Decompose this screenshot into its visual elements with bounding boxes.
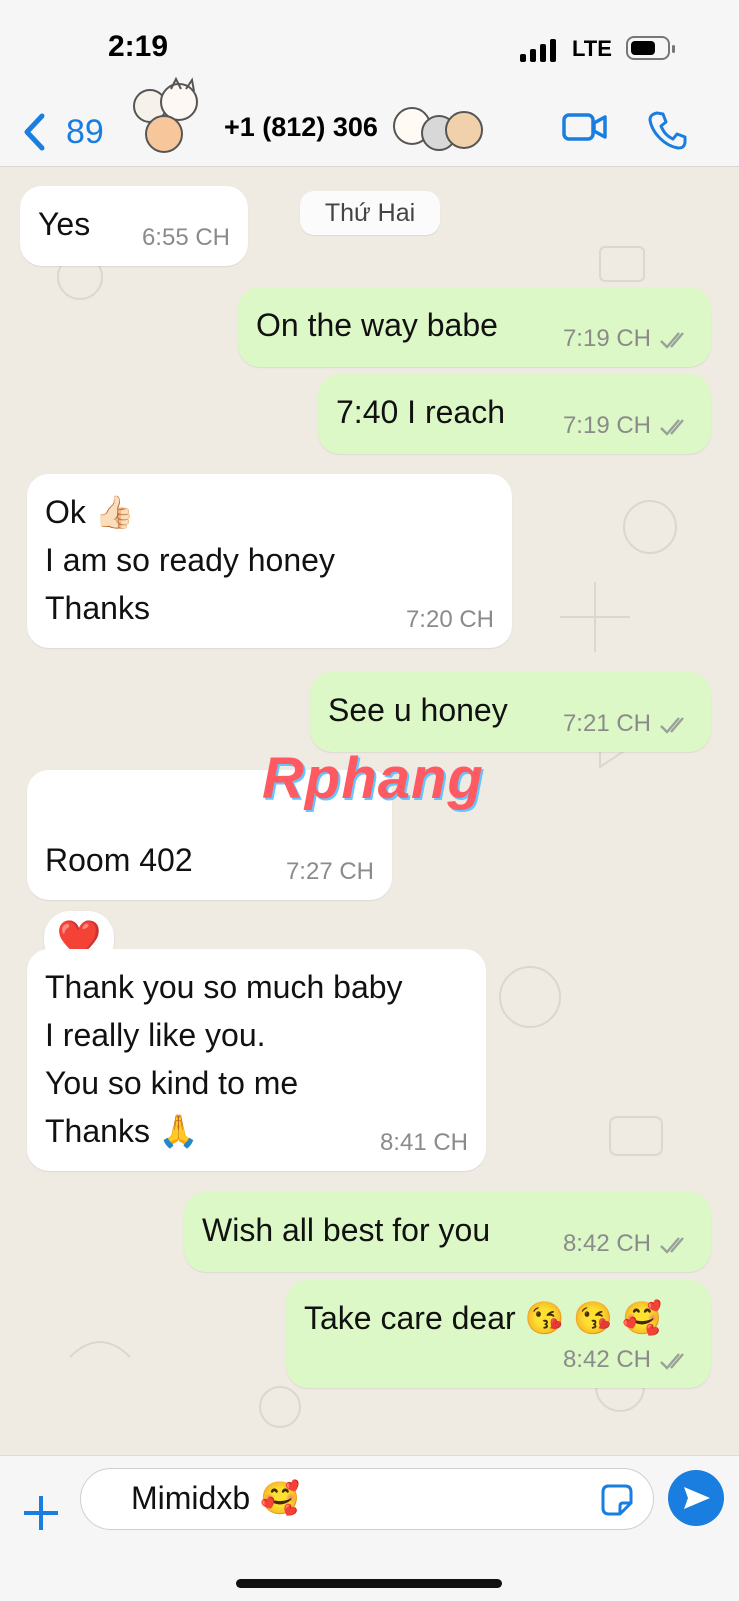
message-text: Ok 👍🏻	[45, 494, 135, 530]
input-emoji: 🥰	[260, 1480, 300, 1516]
input-value: Mimidxb	[131, 1480, 251, 1516]
message-text: Take care dear 😘 😘 🥰	[304, 1300, 662, 1336]
message-time: 7:20 CH	[405, 606, 494, 633]
status-bar: 2:19 LTE	[0, 0, 739, 100]
message-bubble[interactable]: On the way babe 7:19 CH	[238, 287, 711, 367]
message-bubble[interactable]: See u honey 7:21 CH	[310, 672, 711, 752]
message-time: 7:19 CH	[562, 412, 651, 439]
video-call-icon[interactable]	[562, 110, 608, 144]
network-label: LTE	[572, 36, 612, 61]
message-time: 8:42 CH	[562, 1346, 651, 1373]
message-text: Thank you so much baby	[45, 969, 403, 1005]
back-button[interactable]: 89	[22, 104, 112, 160]
cat-sticker-icon	[393, 107, 483, 151]
message-meta: 8:42 CH	[563, 1346, 693, 1374]
plus-icon[interactable]	[24, 1496, 58, 1530]
message-time: 7:21 CH	[562, 710, 651, 737]
message-input[interactable]: Mimidxb 🥰	[80, 1468, 654, 1530]
cat-avatar-icon[interactable]	[126, 76, 214, 164]
message-meta: 7:19 CH	[563, 412, 693, 440]
phone-icon[interactable]	[648, 110, 688, 150]
message-list[interactable]: Thứ Hai Yes 6:55 CH On the way babe 7:19…	[0, 167, 739, 1454]
battery-icon	[626, 36, 675, 60]
read-ticks-icon	[660, 716, 684, 734]
send-icon	[684, 1487, 710, 1509]
home-indicator	[236, 1579, 502, 1588]
message-bubble[interactable]: Ok 👍🏻 I am so ready honey Thanks 7:20 CH	[27, 474, 512, 648]
signal-icon	[520, 38, 560, 62]
read-ticks-icon	[660, 1352, 684, 1370]
message-bubble[interactable]: 7:40 I reach 7:19 CH	[318, 374, 711, 454]
message-text: I am so ready honey	[45, 542, 335, 578]
message-meta: 7:21 CH	[563, 710, 693, 738]
message-text: You so kind to me	[45, 1065, 299, 1101]
send-button[interactable]	[668, 1470, 724, 1526]
contact-name[interactable]: +1 (812) 306	[224, 112, 378, 143]
date-separator: Thứ Hai	[300, 191, 440, 235]
message-time: 8:42 CH	[562, 1230, 651, 1257]
message-time: 7:27 CH	[285, 858, 374, 885]
sticker-icon[interactable]	[599, 1482, 633, 1516]
message-bubble[interactable]: Thank you so much baby I really like you…	[27, 949, 486, 1171]
read-ticks-icon	[660, 418, 684, 436]
message-time: 6:55 CH	[141, 224, 230, 251]
message-meta: 7:19 CH	[563, 325, 693, 353]
read-ticks-icon	[660, 331, 684, 349]
read-ticks-icon	[660, 1236, 684, 1254]
composer-bar: Mimidxb 🥰	[0, 1455, 739, 1601]
message-time: 7:19 CH	[562, 325, 651, 352]
chat-header: 89 +1 (812) 306	[0, 76, 739, 167]
message-bubble[interactable]: Take care dear 😘 😘 🥰 8:42 CH	[286, 1280, 711, 1388]
message-time: 8:41 CH	[379, 1129, 468, 1156]
message-bubble[interactable]: Wish all best for you 8:42 CH	[184, 1192, 711, 1272]
message-text: I really like you.	[45, 1017, 266, 1053]
message-bubble[interactable]: Yes 6:55 CH	[20, 186, 248, 266]
watermark-logo: Rphang	[262, 746, 484, 811]
message-input-text: Mimidxb 🥰	[131, 1479, 300, 1517]
message-meta: 8:42 CH	[563, 1230, 693, 1258]
status-time: 2:19	[108, 30, 169, 63]
unread-count: 89	[66, 113, 104, 151]
back-chevron-icon	[24, 113, 45, 151]
